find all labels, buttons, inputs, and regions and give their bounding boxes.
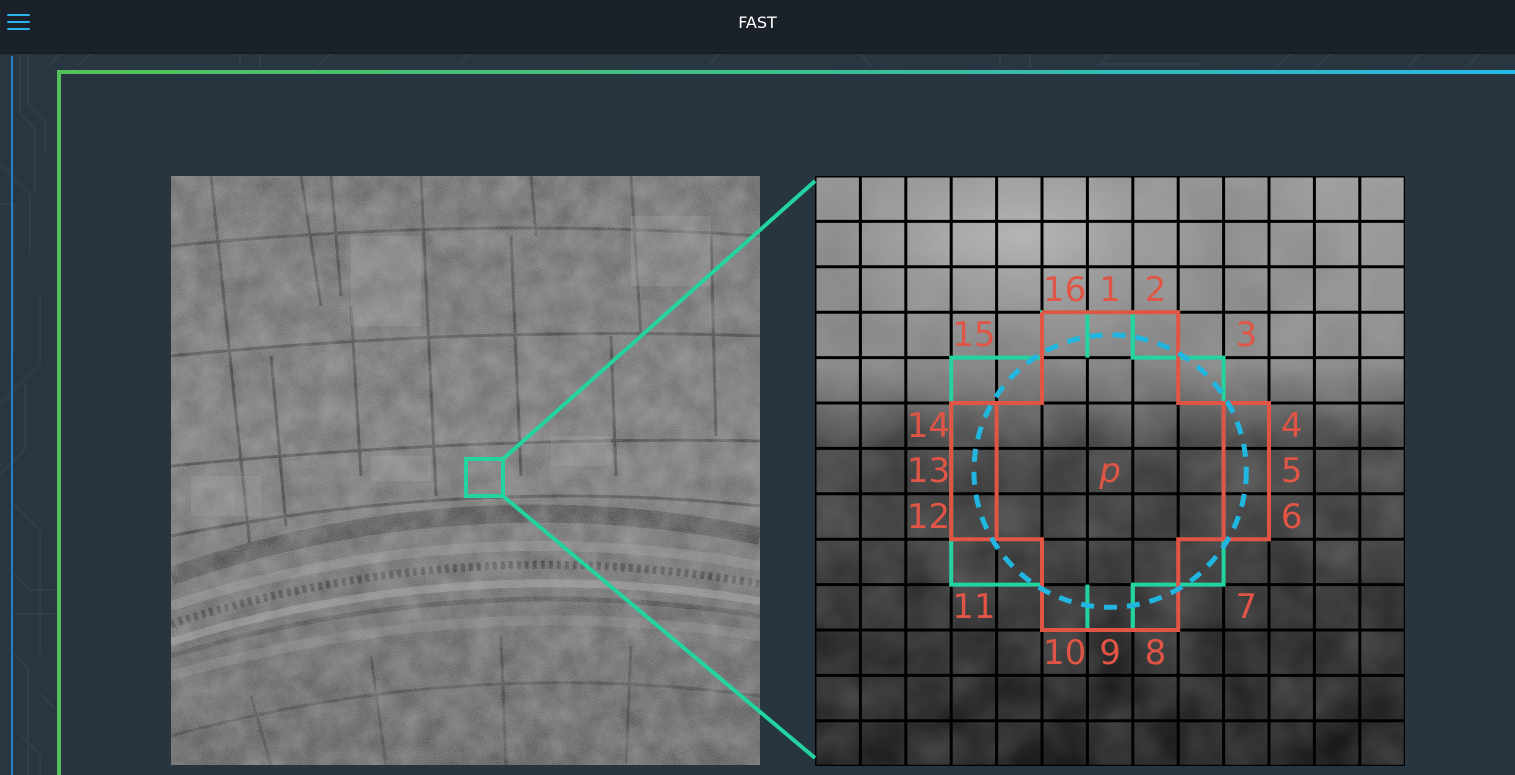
circle-label-10: 10 xyxy=(1043,632,1087,673)
circle-label-11: 11 xyxy=(952,587,996,628)
panel-top-border xyxy=(57,70,1515,74)
app-header: FAST xyxy=(0,0,1515,54)
circle-label-13: 13 xyxy=(906,451,951,492)
circle-label-14: 14 xyxy=(906,405,951,446)
page-title: FAST xyxy=(738,13,777,32)
circle-label-12: 12 xyxy=(906,496,951,537)
circle-label-6: 6 xyxy=(1280,496,1303,537)
circle-label-1: 1 xyxy=(1099,269,1121,310)
circle-label-15: 15 xyxy=(952,314,996,355)
center-pixel-label: p xyxy=(1099,451,1121,492)
arch-photo xyxy=(171,176,760,765)
circle-label-9: 9 xyxy=(1099,632,1121,673)
circle-label-16: 16 xyxy=(1043,269,1087,310)
circle-label-8: 8 xyxy=(1144,632,1167,673)
circle-label-3: 3 xyxy=(1235,314,1258,355)
panel-left-border xyxy=(57,70,61,775)
left-accent-line xyxy=(11,56,13,775)
circle-label-5: 5 xyxy=(1280,451,1303,492)
circle-label-7: 7 xyxy=(1235,587,1258,628)
circle-label-4: 4 xyxy=(1280,405,1303,446)
circle-label-2: 2 xyxy=(1144,269,1167,310)
